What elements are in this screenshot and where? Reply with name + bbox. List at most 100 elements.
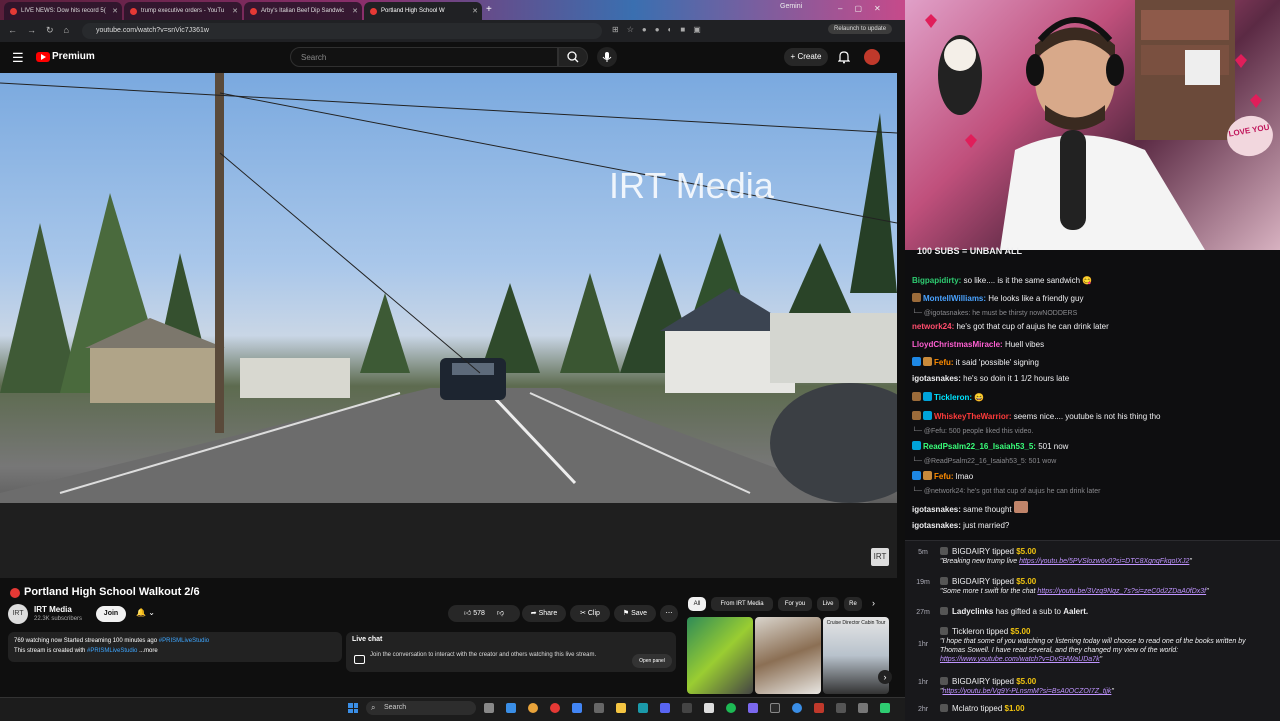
browser-tab[interactable]: Arby's Italian Beef Dip Sandwic ✕ bbox=[244, 2, 362, 20]
nav-buttons[interactable]: ←→↻⌂ bbox=[8, 25, 79, 36]
app-icon[interactable] bbox=[704, 703, 714, 713]
youtube-logo-icon[interactable] bbox=[36, 52, 50, 62]
app-icon[interactable] bbox=[572, 703, 582, 713]
extension-icons[interactable]: ⊞☆●●◐■▣ bbox=[612, 25, 709, 34]
open-panel-button[interactable]: Open panel bbox=[632, 654, 672, 668]
new-tab-button[interactable]: + bbox=[486, 4, 492, 15]
youtube-brand[interactable]: Premium bbox=[52, 51, 95, 62]
join-button[interactable]: Join bbox=[96, 606, 126, 622]
carousel-next-button[interactable]: › bbox=[878, 670, 892, 684]
search-button[interactable] bbox=[558, 47, 588, 67]
chat-username[interactable]: network24: bbox=[912, 322, 954, 331]
dislike-button[interactable]: 👎︎ bbox=[497, 610, 504, 617]
user-avatar[interactable] bbox=[864, 49, 880, 65]
app-icon[interactable] bbox=[792, 703, 802, 713]
app-icon[interactable] bbox=[836, 703, 846, 713]
close-icon[interactable]: ✕ bbox=[232, 7, 238, 15]
video-description[interactable]: 769 watching now Started streaming 100 m… bbox=[8, 632, 342, 662]
edge-icon[interactable] bbox=[506, 703, 516, 713]
chat-username[interactable]: Fefu: bbox=[934, 358, 954, 367]
tip-link[interactable]: https://youtu.be/Vg9Y-PLnsmM?si=BsA0OCZO… bbox=[943, 688, 1112, 695]
app-icon[interactable] bbox=[858, 703, 868, 713]
gemini-label[interactable]: Gemini bbox=[780, 3, 802, 10]
recommended-thumbnail[interactable] bbox=[755, 617, 821, 694]
close-icon[interactable]: ✕ bbox=[472, 7, 478, 15]
show-more-link[interactable]: ...more bbox=[139, 648, 158, 654]
taskbar-search[interactable]: Search bbox=[366, 701, 476, 715]
chat-username[interactable]: LloydChristmasMiracle: bbox=[912, 340, 1003, 349]
chip-live[interactable]: Live bbox=[817, 597, 839, 611]
create-button[interactable]: + Create bbox=[784, 48, 828, 66]
channel-name[interactable]: IRT Media bbox=[34, 605, 72, 614]
save-button[interactable]: ⚑ Save bbox=[614, 605, 656, 622]
chat-username[interactable]: ReadPsalm22_16_Isaiah53_5: bbox=[923, 442, 1036, 451]
bell-icon: 🔔 bbox=[136, 608, 146, 617]
task-view-icon[interactable] bbox=[484, 703, 494, 713]
app-icon[interactable] bbox=[682, 703, 692, 713]
video-frame bbox=[0, 73, 897, 578]
discord-icon[interactable] bbox=[660, 703, 670, 713]
app-icon[interactable] bbox=[814, 703, 824, 713]
tip-link[interactable]: https://www.youtube.com/watch?v=DvSHWaUD… bbox=[940, 656, 1100, 663]
app-icon[interactable] bbox=[748, 703, 758, 713]
tip-link[interactable]: https://youtu.be/3Vzq9Nqz_7s?si=zeC0d2ZD… bbox=[1037, 588, 1206, 595]
tip-icon bbox=[940, 627, 948, 635]
chip-all[interactable]: All bbox=[688, 597, 706, 611]
relaunch-button[interactable]: Relaunch to update bbox=[828, 24, 893, 34]
chat-message: LloydChristmasMiracle: Huell vibes bbox=[912, 340, 1045, 349]
url-field[interactable]: youtube.com/watch?v=snVic7J361w bbox=[82, 23, 602, 39]
app-icon[interactable] bbox=[638, 703, 648, 713]
spotify-icon[interactable] bbox=[726, 703, 736, 713]
browser-tab[interactable]: trump executive orders - YouTu ✕ bbox=[124, 2, 242, 20]
app-icon[interactable] bbox=[880, 703, 890, 713]
chat-username[interactable]: igotasnakes: bbox=[912, 521, 961, 530]
video-player[interactable]: IRT Media bbox=[0, 73, 897, 578]
chat-reply: └─ @Fefu: 500 people liked this video. bbox=[912, 428, 1034, 435]
app-icon[interactable] bbox=[594, 703, 604, 713]
chevron-right-icon[interactable]: › bbox=[872, 598, 875, 608]
share-button[interactable]: ➦ Share bbox=[522, 605, 566, 622]
voice-search-button[interactable] bbox=[597, 47, 617, 67]
chat-username[interactable]: MontellWilliams: bbox=[923, 294, 986, 303]
chat-username[interactable]: igotasnakes: bbox=[912, 505, 961, 514]
app-icon[interactable] bbox=[770, 703, 780, 713]
hashtag-link[interactable]: #PRISMLiveStudio bbox=[87, 648, 137, 654]
chat-username[interactable]: WhiskeyTheWarrior: bbox=[934, 412, 1012, 421]
tip-link[interactable]: https://youtu.be/5PVSlozw6v0?si=DTC8Xgnq… bbox=[1019, 558, 1189, 565]
window-controls[interactable]: –▢✕ bbox=[838, 4, 893, 13]
chat-username[interactable]: Bigpapidirty: bbox=[912, 276, 961, 285]
browser-tab-active[interactable]: Portland High School W ✕ bbox=[364, 2, 482, 20]
app-icon[interactable] bbox=[550, 703, 560, 713]
webcam-scene bbox=[925, 0, 1262, 250]
clip-button[interactable]: ✂ Clip bbox=[570, 605, 610, 622]
chat-username[interactable]: Tickleron: bbox=[934, 393, 972, 402]
close-icon[interactable]: ✕ bbox=[352, 7, 358, 15]
folder-icon[interactable] bbox=[616, 703, 626, 713]
like-button[interactable]: 👍︎ 578 bbox=[464, 610, 485, 617]
notifications-button[interactable] bbox=[837, 50, 851, 69]
recommended-thumbnail[interactable] bbox=[687, 617, 753, 694]
close-icon[interactable]: ✕ bbox=[112, 7, 118, 15]
bell-icon bbox=[837, 51, 851, 64]
chip-truncated[interactable]: Re bbox=[844, 597, 862, 611]
chat-message: network24: he's got that cup of aujus he… bbox=[912, 322, 1109, 331]
windows-start-icon[interactable] bbox=[348, 703, 358, 713]
hashtag-link[interactable]: #PRISMLiveStudio bbox=[159, 638, 209, 644]
more-actions-button[interactable]: ⋯ bbox=[660, 605, 678, 622]
tip-icon bbox=[940, 704, 948, 712]
hamburger-menu-icon[interactable]: ☰ bbox=[12, 50, 24, 66]
gift-icon bbox=[940, 607, 948, 615]
channel-watermark-button[interactable]: IRT bbox=[871, 548, 889, 566]
search-input[interactable]: Search bbox=[290, 47, 558, 67]
chip-for-you[interactable]: For you bbox=[778, 597, 812, 611]
description-line-1: 769 watching now Started streaming 100 m… bbox=[14, 638, 210, 644]
subscribe-bell-dropdown[interactable]: 🔔 ⌄ bbox=[136, 608, 155, 617]
chat-username[interactable]: Fefu: bbox=[934, 472, 954, 481]
chat-username[interactable]: igotasnakes: bbox=[912, 374, 961, 383]
chrome-icon[interactable] bbox=[528, 703, 538, 713]
youtube-icon bbox=[130, 7, 137, 15]
chip-from-channel[interactable]: From IRT Media bbox=[711, 597, 773, 611]
channel-avatar[interactable]: IRT bbox=[8, 604, 28, 624]
browser-tab[interactable]: LIVE NEWS: Dow hits record 5(✕ bbox=[4, 2, 122, 20]
recommended-thumbnail[interactable]: Cruise Director Cabin Tour bbox=[823, 617, 889, 694]
